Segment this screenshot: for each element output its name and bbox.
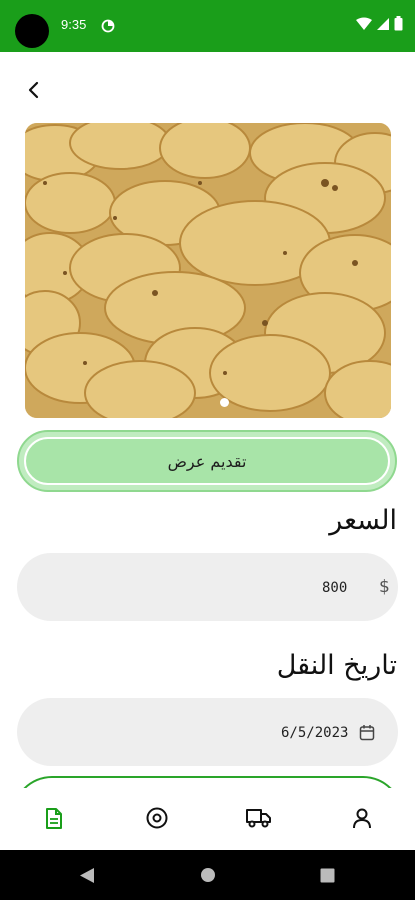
truck-icon: [246, 809, 271, 828]
square-recents-icon: [320, 868, 335, 883]
nav-item-target[interactable]: [143, 804, 171, 832]
app-notification-icon: [101, 18, 115, 37]
price-field[interactable]: $ 800: [17, 553, 398, 621]
potatoes-photo: [25, 123, 391, 418]
price-value: 800: [322, 580, 348, 596]
target-icon: [146, 807, 168, 829]
system-home-button[interactable]: [200, 867, 216, 887]
camera-cutout: [15, 14, 49, 48]
transport-date-field[interactable]: 6/5/2023: [17, 698, 398, 766]
bottom-navigation: [0, 788, 415, 848]
system-back-button[interactable]: [79, 867, 95, 888]
chevron-left-icon: [28, 81, 39, 99]
dollar-icon: $: [379, 577, 390, 597]
nav-item-truck[interactable]: [245, 804, 273, 832]
calendar-icon: [359, 724, 375, 745]
circle-home-icon: [201, 868, 215, 882]
price-label: السعر: [329, 505, 397, 536]
transport-date-value: 6/5/2023: [281, 725, 349, 741]
nav-item-document[interactable]: [40, 804, 68, 832]
status-bar: 9:35: [0, 0, 415, 52]
system-recents-button[interactable]: [320, 868, 335, 887]
product-image[interactable]: [25, 123, 391, 418]
triangle-back-icon: [80, 868, 94, 883]
battery-icon: [394, 16, 403, 35]
carousel-indicator-dot[interactable]: [220, 398, 229, 407]
user-icon: [353, 808, 371, 828]
status-time: 9:35: [61, 17, 87, 32]
transport-date-label: تاريخ النقل: [276, 650, 397, 681]
submit-offer-button[interactable]: تقديم عرض: [17, 430, 397, 492]
submit-offer-label: تقديم عرض: [167, 451, 247, 471]
document-icon: [46, 807, 62, 829]
signal-icon: [376, 16, 390, 35]
system-navigation-bar: [0, 850, 415, 900]
wifi-icon: [356, 16, 372, 35]
nav-item-profile[interactable]: [348, 804, 376, 832]
back-button[interactable]: [20, 76, 48, 104]
